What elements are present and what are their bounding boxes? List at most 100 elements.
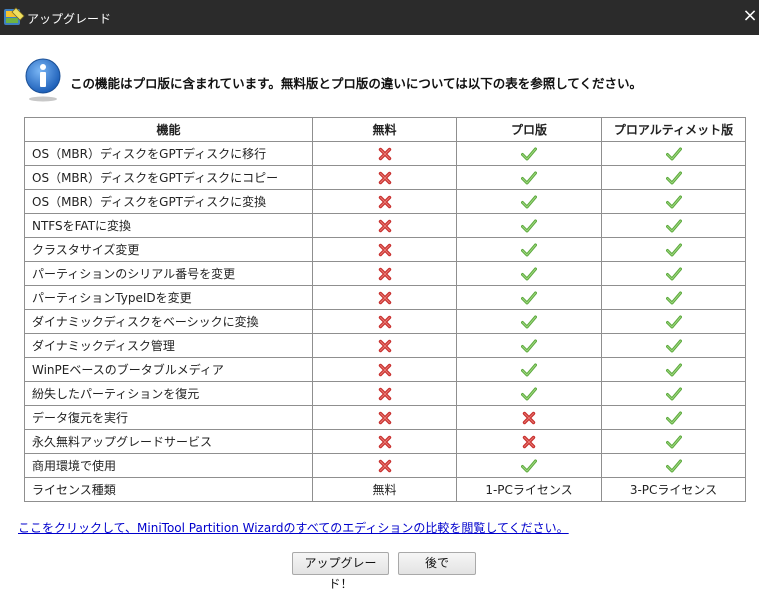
feature-name: 商用環境で使用	[24, 453, 313, 478]
table-row: WinPEベースのブータブルメディア	[24, 357, 746, 382]
header-ultimate: プロアルティメット版	[601, 117, 746, 142]
check-icon	[457, 315, 601, 329]
app-icon	[4, 7, 25, 25]
check-icon	[602, 267, 745, 281]
license-pro: 1-PCライセンス	[456, 477, 602, 502]
cell-ultimate	[601, 405, 746, 430]
check-icon	[457, 171, 601, 185]
check-icon	[457, 147, 601, 161]
table-header-row: 機能 無料 プロ版 プロアルティメット版	[24, 117, 746, 142]
table-row: OS（MBR）ディスクをGPTディスクに変換	[24, 189, 746, 214]
cell-ultimate	[601, 381, 746, 406]
license-label: ライセンス種類	[24, 477, 313, 502]
cross-icon	[313, 171, 456, 185]
check-icon	[457, 219, 601, 233]
cell-pro	[456, 237, 602, 262]
later-button[interactable]: 後で	[398, 552, 476, 575]
table-row: 紛失したパーティションを復元	[24, 381, 746, 406]
cross-icon	[313, 315, 456, 329]
cell-ultimate	[601, 309, 746, 334]
table-row: クラスタサイズ変更	[24, 237, 746, 262]
cross-icon	[457, 435, 601, 449]
cell-pro	[456, 453, 602, 478]
cell-free	[312, 261, 457, 286]
cell-ultimate	[601, 189, 746, 214]
cell-pro	[456, 189, 602, 214]
cross-icon	[313, 435, 456, 449]
cross-icon	[457, 411, 601, 425]
feature-name: 永久無料アップグレードサービス	[24, 429, 313, 454]
cell-free	[312, 165, 457, 190]
feature-name: NTFSをFATに変換	[24, 213, 313, 238]
cell-ultimate	[601, 237, 746, 262]
check-icon	[602, 435, 745, 449]
feature-name: ダイナミックディスクをベーシックに変換	[24, 309, 313, 334]
feature-name: OS（MBR）ディスクをGPTディスクに移行	[24, 141, 313, 166]
cross-icon	[313, 459, 456, 473]
comparison-table: 機能 無料 プロ版 プロアルティメット版 OS（MBR）ディスクをGPTディスク…	[24, 117, 746, 502]
info-message: この機能はプロ版に含まれています。無料版とプロ版の違いについては以下の表を参照し…	[70, 76, 643, 91]
close-button[interactable]: ×	[741, 4, 759, 28]
cell-free	[312, 189, 457, 214]
table-row: パーティションのシリアル番号を変更	[24, 261, 746, 286]
license-free: 無料	[312, 477, 457, 502]
check-icon	[457, 243, 601, 257]
cross-icon	[313, 243, 456, 257]
info-icon	[25, 58, 61, 102]
cell-pro	[456, 381, 602, 406]
header-pro: プロ版	[456, 117, 602, 142]
cell-free	[312, 333, 457, 358]
compare-editions-link[interactable]: ここをクリックして、MiniTool Partition Wizardのすべての…	[18, 519, 569, 536]
feature-name: クラスタサイズ変更	[24, 237, 313, 262]
check-icon	[602, 243, 745, 257]
cell-pro	[456, 285, 602, 310]
check-icon	[602, 147, 745, 161]
table-row: 商用環境で使用	[24, 453, 746, 478]
feature-name: パーティションTypeIDを変更	[24, 285, 313, 310]
check-icon	[457, 339, 601, 353]
cross-icon	[313, 267, 456, 281]
cross-icon	[313, 411, 456, 425]
cell-ultimate	[601, 261, 746, 286]
table-row: NTFSをFATに変換	[24, 213, 746, 238]
cell-ultimate	[601, 285, 746, 310]
check-icon	[602, 411, 745, 425]
cell-pro	[456, 141, 602, 166]
check-icon	[602, 219, 745, 233]
cell-free	[312, 405, 457, 430]
upgrade-button[interactable]: アップグレード！	[292, 552, 389, 591]
cell-ultimate	[601, 141, 746, 166]
cell-free	[312, 381, 457, 406]
cell-ultimate	[601, 453, 746, 478]
cell-ultimate	[601, 165, 746, 190]
license-ultimate: 3-PCライセンス	[601, 477, 746, 502]
feature-name: WinPEベースのブータブルメディア	[24, 357, 313, 382]
feature-name: OS（MBR）ディスクをGPTディスクに変換	[24, 189, 313, 214]
cell-ultimate	[601, 357, 746, 382]
cross-icon	[313, 219, 456, 233]
header-feature: 機能	[24, 117, 313, 142]
table-row: OS（MBR）ディスクをGPTディスクに移行	[24, 141, 746, 166]
check-icon	[457, 363, 601, 377]
cell-free	[312, 429, 457, 454]
cross-icon	[313, 339, 456, 353]
cell-free	[312, 213, 457, 238]
license-row: ライセンス種類 無料 1-PCライセンス 3-PCライセンス	[24, 477, 746, 502]
cell-pro	[456, 405, 602, 430]
check-icon	[602, 363, 745, 377]
window-title: アップグレード	[27, 12, 112, 26]
cell-ultimate	[601, 213, 746, 238]
feature-name: OS（MBR）ディスクをGPTディスクにコピー	[24, 165, 313, 190]
check-icon	[457, 267, 601, 281]
cell-pro	[456, 165, 602, 190]
check-icon	[602, 291, 745, 305]
check-icon	[602, 171, 745, 185]
check-icon	[457, 387, 601, 401]
cross-icon	[313, 147, 456, 161]
check-icon	[602, 315, 745, 329]
check-icon	[457, 195, 601, 209]
table-row: 永久無料アップグレードサービス	[24, 429, 746, 454]
cross-icon	[313, 195, 456, 209]
cell-pro	[456, 213, 602, 238]
cross-icon	[313, 291, 456, 305]
